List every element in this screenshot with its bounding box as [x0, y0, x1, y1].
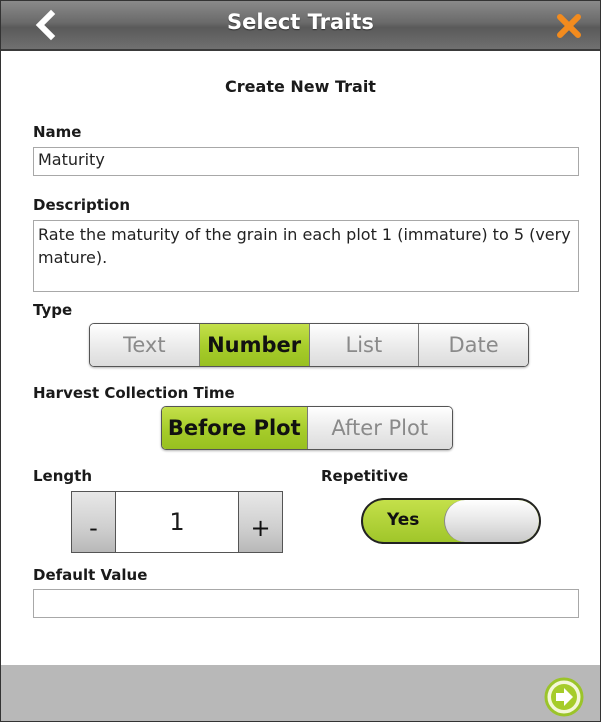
title-bar: Select Traits [1, 1, 600, 51]
footer-bar [1, 665, 600, 721]
toggle-knob [444, 500, 539, 542]
close-button[interactable] [554, 11, 584, 41]
harvest-label: Harvest Collection Time [33, 384, 235, 402]
form-heading: Create New Trait [225, 77, 376, 96]
harvest-option-after-plot[interactable]: After Plot [307, 407, 452, 449]
close-x-icon [557, 14, 581, 38]
page-title: Select Traits [227, 10, 374, 34]
next-arrow-icon [544, 677, 584, 717]
type-option-date[interactable]: Date [419, 324, 528, 366]
name-field[interactable]: Maturity [33, 147, 579, 176]
repetitive-label: Repetitive [321, 467, 409, 485]
description-field[interactable]: Rate the maturity of the grain in each p… [33, 220, 579, 292]
type-option-number[interactable]: Number [199, 324, 310, 366]
name-label: Name [33, 123, 82, 141]
toggle-state-label: Yes [387, 510, 420, 530]
length-label: Length [33, 467, 92, 485]
harvest-segmented-control: Before Plot After Plot [161, 406, 453, 450]
type-segmented-control: Text Number List Date [89, 323, 529, 367]
default-value-label: Default Value [33, 566, 148, 584]
type-label: Type [33, 301, 73, 319]
length-decrement-button[interactable]: - [72, 492, 116, 552]
app-window: Select Traits Create New Trait Name Matu… [0, 0, 601, 722]
description-label: Description [33, 196, 131, 214]
type-option-list[interactable]: List [309, 324, 420, 366]
next-button[interactable] [544, 677, 584, 717]
repetitive-toggle[interactable]: Yes [361, 498, 541, 544]
length-increment-button[interactable]: + [238, 492, 282, 552]
length-value[interactable]: 1 [116, 492, 238, 552]
length-stepper: - 1 + [71, 491, 283, 553]
default-value-field[interactable] [33, 589, 579, 618]
type-option-text[interactable]: Text [90, 324, 200, 366]
harvest-option-before-plot[interactable]: Before Plot [162, 407, 308, 449]
